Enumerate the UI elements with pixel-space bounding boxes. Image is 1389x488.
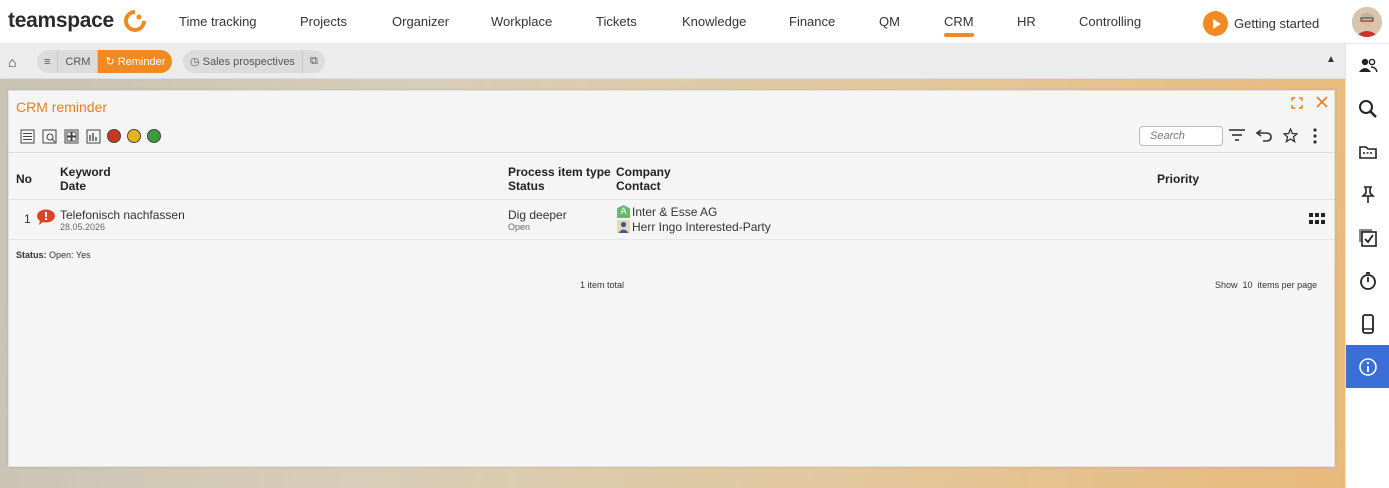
pin-icon[interactable] <box>1346 173 1389 216</box>
clock-icon: ◷ <box>190 56 200 68</box>
nav-finance[interactable]: Finance <box>789 14 835 29</box>
table-row[interactable]: 1 Telefonisch nachfassen 28.05.2026 Dig … <box>9 201 1334 240</box>
grid-view-icon[interactable] <box>63 128 79 144</box>
home-icon[interactable]: ⌂ <box>8 54 16 70</box>
search-input[interactable] <box>1139 126 1223 146</box>
nav-knowledge[interactable]: Knowledge <box>682 14 746 29</box>
row-status: Open <box>508 222 531 232</box>
breadcrumb-reminder[interactable]: ↻ Reminder <box>98 50 173 73</box>
user-avatar[interactable] <box>1352 7 1382 37</box>
status-value: Open: Yes <box>49 250 91 260</box>
nav-organizer[interactable]: Organizer <box>392 14 449 29</box>
star-icon[interactable] <box>1282 127 1299 146</box>
status-yellow-filter[interactable] <box>127 129 141 143</box>
col-priority[interactable]: Priority <box>1157 172 1199 186</box>
breadcrumb: ≡ CRM ↻ Reminder <box>37 50 173 73</box>
col-date[interactable]: Date <box>60 179 86 193</box>
col-keyword[interactable]: Keyword <box>60 165 111 179</box>
total-count: 1 item total <box>580 280 625 290</box>
nav-time-tracking[interactable]: Time tracking <box>179 14 257 29</box>
list-view-icon[interactable] <box>19 128 35 144</box>
more-options-icon[interactable] <box>1312 128 1318 147</box>
nav-workplace[interactable]: Workplace <box>491 14 552 29</box>
items-per-page-select[interactable]: 10 <box>1243 280 1253 290</box>
play-icon <box>1203 11 1228 36</box>
col-no[interactable]: No <box>16 172 32 186</box>
table-header: No Keyword Date Process item type Status… <box>9 152 1334 200</box>
panel-title: CRM reminder <box>16 99 108 115</box>
status-red-filter[interactable] <box>107 129 121 143</box>
task-icon[interactable] <box>1346 216 1389 259</box>
row-contact[interactable]: Herr Ingo Interested-Party <box>632 220 771 234</box>
filter-icon[interactable] <box>1228 128 1246 145</box>
collapse-up-icon[interactable]: ▲ <box>1326 54 1336 65</box>
pagination-size: Show 10 items per page <box>1215 280 1317 290</box>
row-company[interactable]: Inter & Esse AG <box>632 205 717 219</box>
col-status[interactable]: Status <box>508 179 545 193</box>
nav-qm[interactable]: QM <box>879 14 900 29</box>
breadcrumb-reminder-label: Reminder <box>117 55 166 68</box>
right-sidebar <box>1345 44 1389 488</box>
crm-reminder-panel: CRM reminder No Keyword <box>8 90 1335 467</box>
getting-started-label: Getting started <box>1234 16 1320 31</box>
folder-icon[interactable] <box>1346 130 1389 173</box>
row-number: 1 <box>24 212 31 226</box>
nav-crm[interactable]: CRM <box>944 14 974 37</box>
breadcrumb-sales[interactable]: ◷ Sales prospectives <box>183 50 303 73</box>
undo-icon[interactable] <box>1255 128 1272 145</box>
contact-person-icon <box>617 220 630 236</box>
alert-icon <box>36 209 56 228</box>
people-icon[interactable] <box>1346 44 1389 87</box>
open-external-icon[interactable]: ⧉ <box>303 50 325 73</box>
close-icon[interactable] <box>1315 95 1329 112</box>
maximize-icon[interactable] <box>1291 97 1303 112</box>
per-page-label: items per page <box>1257 280 1318 290</box>
nav-controlling[interactable]: Controlling <box>1079 14 1141 29</box>
status-green-filter[interactable] <box>147 129 161 143</box>
mobile-icon[interactable] <box>1346 302 1389 345</box>
view-toolbar <box>19 128 161 144</box>
breadcrumb-bar: ⌂ ≡ CRM ↻ Reminder ◷ Sales prospectives … <box>0 44 1345 79</box>
search-icon[interactable] <box>1346 87 1389 130</box>
row-keyword[interactable]: Telefonisch nachfassen <box>60 208 185 222</box>
show-label: Show <box>1215 280 1238 290</box>
company-building-icon: A <box>617 205 630 218</box>
status-label: Status: <box>16 250 47 260</box>
col-process-type[interactable]: Process item type <box>508 165 611 179</box>
detail-view-icon[interactable] <box>41 128 57 144</box>
logo-mark-icon <box>124 10 146 32</box>
breadcrumb-menu-icon[interactable]: ≡ <box>37 50 59 73</box>
row-actions-grid-icon[interactable] <box>1309 213 1325 228</box>
row-process-type: Dig deeper <box>508 208 567 222</box>
row-date: 28.05.2026 <box>60 222 106 232</box>
breadcrumb-sales-tab: ◷ Sales prospectives ⧉ <box>183 50 325 73</box>
status-filter-summary: Status: Open: Yes <box>16 250 91 260</box>
nav-projects[interactable]: Projects <box>300 14 347 29</box>
col-contact[interactable]: Contact <box>616 179 661 193</box>
stopwatch-icon[interactable] <box>1346 259 1389 302</box>
breadcrumb-crm[interactable]: CRM <box>58 50 99 73</box>
nav-hr[interactable]: HR <box>1017 14 1036 29</box>
info-icon[interactable] <box>1346 345 1389 388</box>
col-company[interactable]: Company <box>616 165 671 179</box>
nav-tickets[interactable]: Tickets <box>596 14 637 29</box>
refresh-icon: ↻ <box>105 56 115 68</box>
chart-view-icon[interactable] <box>85 128 101 144</box>
brand-logo[interactable]: teamspace <box>8 9 114 33</box>
top-navigation: teamspace Time tracking Projects Organiz… <box>0 0 1389 44</box>
getting-started-button[interactable]: Getting started <box>1203 11 1319 36</box>
breadcrumb-sales-label: Sales prospectives <box>202 55 295 68</box>
